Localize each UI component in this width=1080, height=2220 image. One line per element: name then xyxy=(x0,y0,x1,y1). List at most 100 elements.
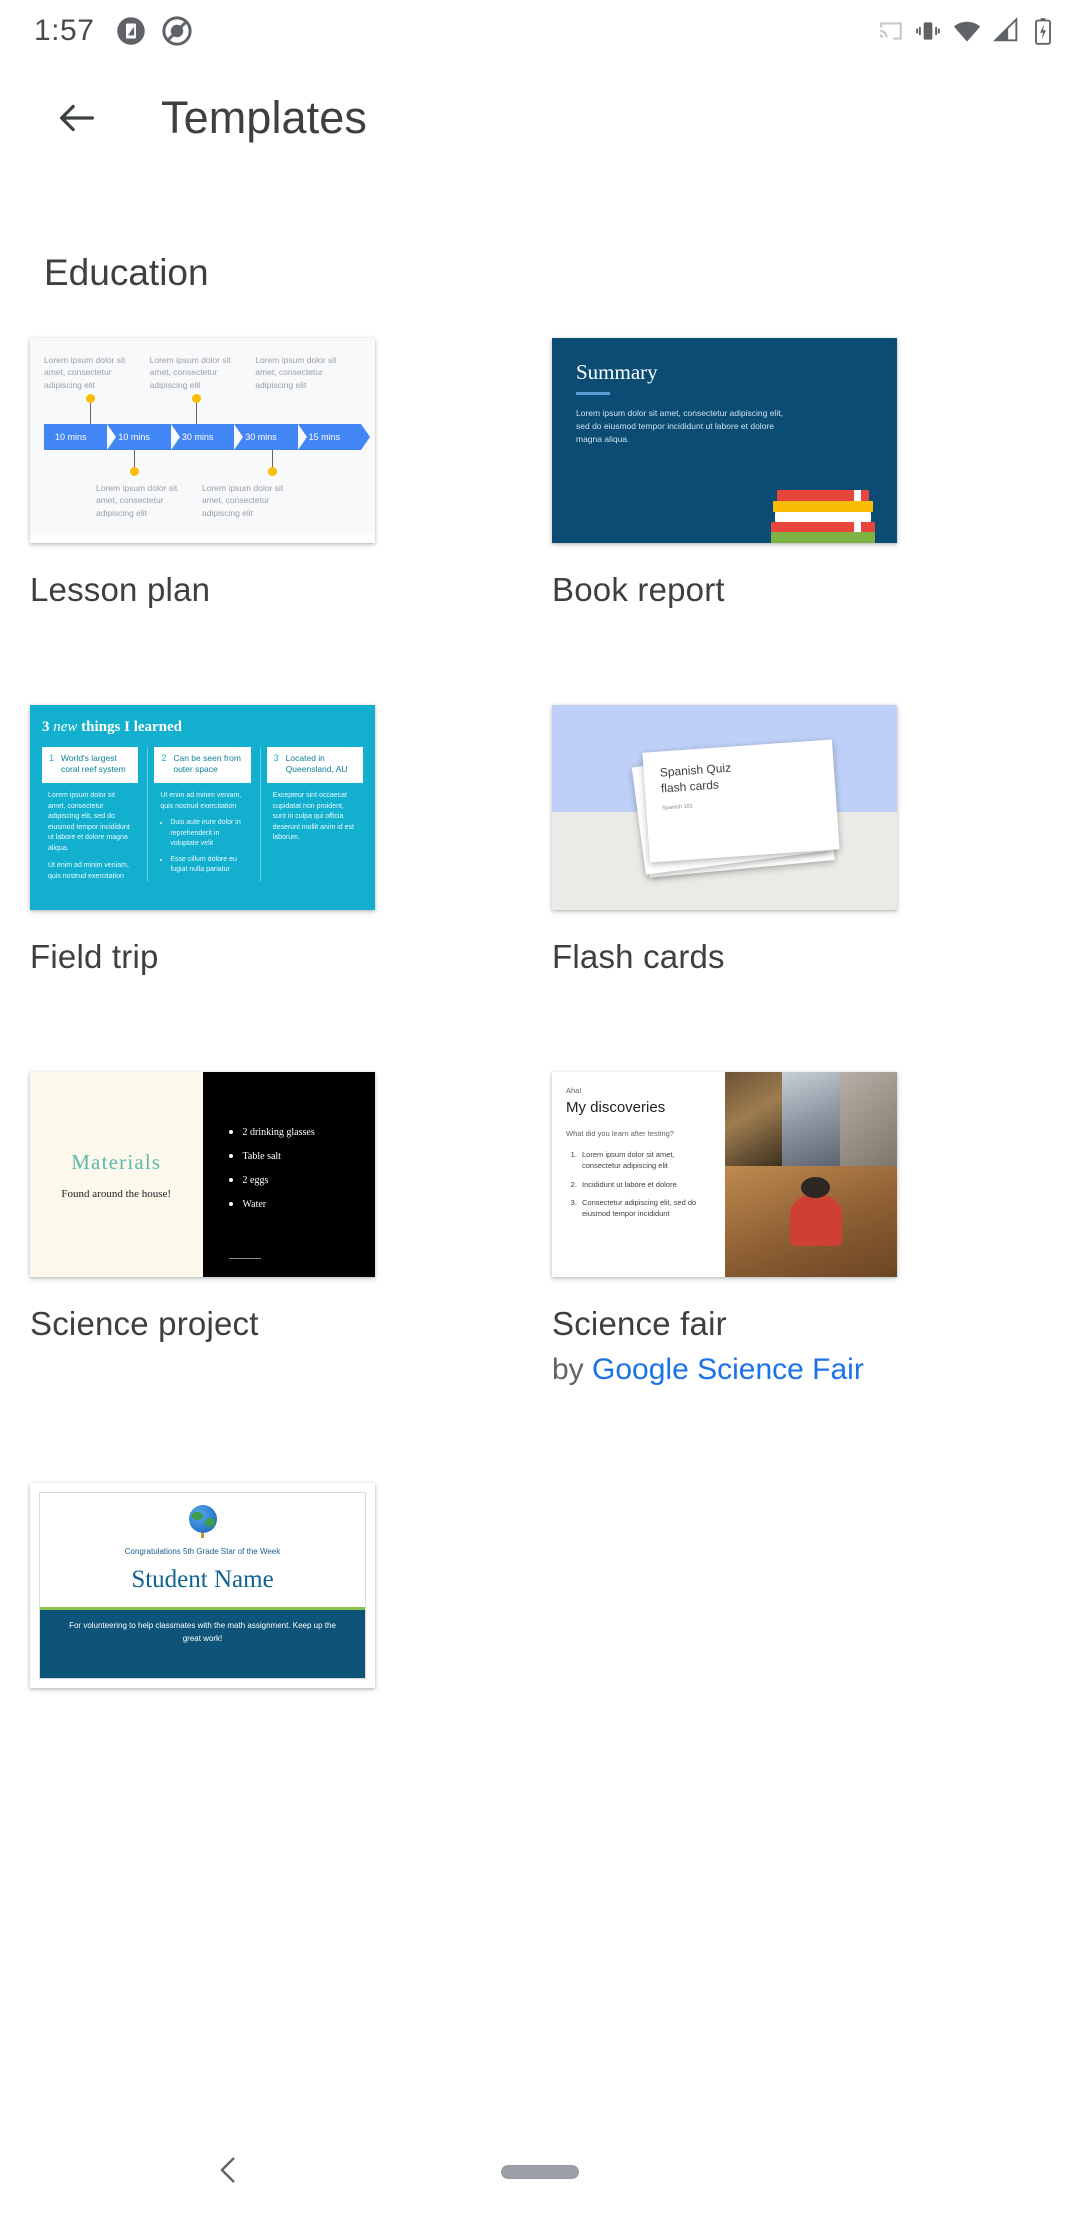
template-thumbnail-flash-cards[interactable]: Spanish Quiz flash cards Spanish 101 xyxy=(552,705,897,910)
material-label: Table salt xyxy=(242,1150,281,1162)
book-report-slide: Summary Lorem ipsum dolor sit amet, cons… xyxy=(552,338,897,543)
certificate-congrats: Congratulations 5th Grade Star of the We… xyxy=(124,1547,281,1556)
template-name: Lesson plan xyxy=(30,571,211,608)
template-name: Field trip xyxy=(30,938,159,975)
photo-row xyxy=(724,1072,897,1167)
status-bar: 1:57 xyxy=(0,0,1080,62)
template-thumbnail-field-trip[interactable]: 3 new things I learned 1 World's largest… xyxy=(30,705,375,910)
template-thumbnail-science-project[interactable]: Materials Found around the house! 2 drin… xyxy=(30,1072,375,1277)
template-card-lesson-plan[interactable]: Lorem ipsum dolor sit amet, consectetur … xyxy=(30,338,540,609)
field-trip-column: 1 World's largest coral reef system Lore… xyxy=(42,747,139,882)
materials-subheading: Found around the house! xyxy=(61,1187,172,1200)
fact-bullet: Duis aute irure dolor in reprehenderit i… xyxy=(170,818,246,850)
fact-bullet: Esse cillum dolore eu fugiat nulla paria… xyxy=(170,855,246,876)
timeline-segment: 15 mins xyxy=(297,423,371,450)
timeline-segment: 30 mins xyxy=(170,423,244,450)
lesson-plan-note: Lorem ipsum dolor sit amet, consectetur … xyxy=(149,355,231,390)
template-card-field-trip[interactable]: 3 new things I learned 1 World's largest… xyxy=(30,705,540,976)
title-part: things I learned xyxy=(77,719,183,735)
timeline-segment: 10 mins xyxy=(107,423,181,450)
science-fair-list: Lorem ipsum dolor sit amet, consectetur … xyxy=(579,1149,713,1219)
lesson-plan-timeline: 10 mins 10 mins 30 mins 30 mins 15 mins xyxy=(44,423,371,450)
material-label: Water xyxy=(242,1198,267,1210)
timeline-dot-icon xyxy=(86,393,95,403)
photo-thumbnail xyxy=(724,1072,782,1167)
lesson-plan-markers-top xyxy=(44,393,361,425)
section-header-education: Education xyxy=(44,252,209,293)
template-card-book-report[interactable]: Summary Lorem ipsum dolor sit amet, cons… xyxy=(540,338,1050,609)
attribution-prefix: by xyxy=(552,1353,593,1386)
book-report-title: Summary xyxy=(576,360,658,384)
template-thumbnail-book-report[interactable]: Summary Lorem ipsum dolor sit amet, cons… xyxy=(552,338,897,543)
template-attribution: by Google Science Fair xyxy=(552,1353,1050,1387)
photo-thumbnail xyxy=(839,1072,897,1167)
timeline-stem xyxy=(90,402,91,425)
material-item: Water xyxy=(228,1198,376,1210)
material-item: Table salt xyxy=(228,1150,376,1162)
screenshot-icon xyxy=(117,17,146,45)
footer-rule xyxy=(228,1258,261,1259)
nav-back-icon xyxy=(220,2156,235,2183)
timeline-dot-icon xyxy=(130,466,140,476)
science-fair-photo-panel xyxy=(724,1072,897,1277)
fact-chip: 1 World's largest coral reef system xyxy=(42,747,139,783)
bullet-icon xyxy=(228,1154,233,1158)
fact-body: Lorem ipsum dolor sit amet, consectetur … xyxy=(42,783,138,882)
fact-label: World's largest coral reef system xyxy=(61,753,126,775)
wifi-icon xyxy=(953,21,981,42)
templates-grid: Lorem ipsum dolor sit amet, consectetur … xyxy=(0,338,1080,1784)
template-thumbnail-certificate[interactable]: Congratulations 5th Grade Star of the We… xyxy=(30,1483,375,1688)
attribution-link[interactable]: Google Science Fair xyxy=(592,1353,864,1386)
certificate-band: For volunteering to help classmates with… xyxy=(40,1610,365,1678)
stack-of-books-icon xyxy=(771,479,875,543)
nav-back-button[interactable] xyxy=(212,2153,246,2192)
title-part: 3 xyxy=(42,719,54,735)
fact-body: Excepteur sint occaecat cupidatat non pr… xyxy=(267,783,363,844)
timeline-stem xyxy=(195,402,197,425)
field-trip-slide: 3 new things I learned 1 World's largest… xyxy=(30,705,375,910)
discovery-item: Lorem ipsum dolor sit amet, consectetur … xyxy=(579,1149,713,1172)
field-trip-column: 3 Located in Queensland, AU Excepteur si… xyxy=(259,747,363,882)
flash-cards-slide: Spanish Quiz flash cards Spanish 101 xyxy=(552,705,897,910)
timeline-segment: 10 mins xyxy=(44,423,117,450)
lesson-plan-note: Lorem ipsum dolor sit amet, consectetur … xyxy=(202,482,284,518)
title-underline xyxy=(576,392,610,395)
template-thumbnail-science-fair[interactable]: Aha! My discoveries What did you learn a… xyxy=(552,1072,897,1277)
template-name: Science project xyxy=(30,1305,259,1342)
field-trip-column: 2 Can be seen from outer space Ut enim a… xyxy=(147,747,251,882)
science-fair-heading: My discoveries xyxy=(566,1099,666,1116)
lesson-plan-notes-top: Lorem ipsum dolor sit amet, consectetur … xyxy=(44,354,361,391)
field-trip-title: 3 new things I learned xyxy=(42,719,363,736)
bullet-icon xyxy=(228,1130,233,1134)
signal-icon xyxy=(993,17,1018,42)
lesson-plan-note: Lorem ipsum dolor sit amet, consectetur … xyxy=(96,482,178,518)
template-card-science-fair[interactable]: Aha! My discoveries What did you learn a… xyxy=(540,1072,1050,1387)
certificate-slide: Congratulations 5th Grade Star of the We… xyxy=(30,1483,375,1688)
back-button[interactable] xyxy=(40,81,114,155)
template-card-flash-cards[interactable]: Spanish Quiz flash cards Spanish 101 Fla… xyxy=(540,705,1050,976)
book-report-body: Lorem ipsum dolor sit amet, consectetur … xyxy=(576,408,783,444)
timeline-segment: 30 mins xyxy=(234,423,308,450)
app-bar: Templates xyxy=(0,62,1080,174)
template-card-science-project[interactable]: Materials Found around the house! 2 drin… xyxy=(30,1072,540,1387)
timeline-stem xyxy=(271,449,273,468)
material-item: 2 eggs xyxy=(228,1175,376,1186)
fact-paragraph: Ut enim ad minim veniam, quis nostrud ex… xyxy=(160,792,242,810)
timeline-dot-icon xyxy=(191,393,201,403)
material-item: 2 drinking glasses xyxy=(228,1126,376,1138)
do-not-disturb-icon xyxy=(162,16,193,46)
lesson-plan-note: Lorem ipsum dolor sit amet, consectetur … xyxy=(255,355,337,390)
template-card-certificate[interactable]: Congratulations 5th Grade Star of the We… xyxy=(30,1483,540,1688)
template-thumbnail-lesson-plan[interactable]: Lorem ipsum dolor sit amet, consectetur … xyxy=(30,338,375,543)
templates-content: Education Lorem ipsum dolor sit amet, co… xyxy=(0,252,1080,1784)
material-label: 2 drinking glasses xyxy=(242,1126,315,1138)
photo-thumbnail xyxy=(782,1072,840,1167)
science-fair-question: What did you learn after testing? xyxy=(566,1129,674,1138)
template-name: Science fair xyxy=(552,1305,727,1342)
photo-subject xyxy=(790,1176,842,1246)
fact-paragraph: Excepteur sint occaecat cupidatat non pr… xyxy=(272,792,354,841)
battery-charging-icon xyxy=(1035,18,1051,45)
home-pill[interactable] xyxy=(501,2165,579,2179)
science-project-right-panel: 2 drinking glasses Table salt 2 eggs Wat… xyxy=(202,1072,376,1277)
fact-chip: 2 Can be seen from outer space xyxy=(154,747,251,783)
